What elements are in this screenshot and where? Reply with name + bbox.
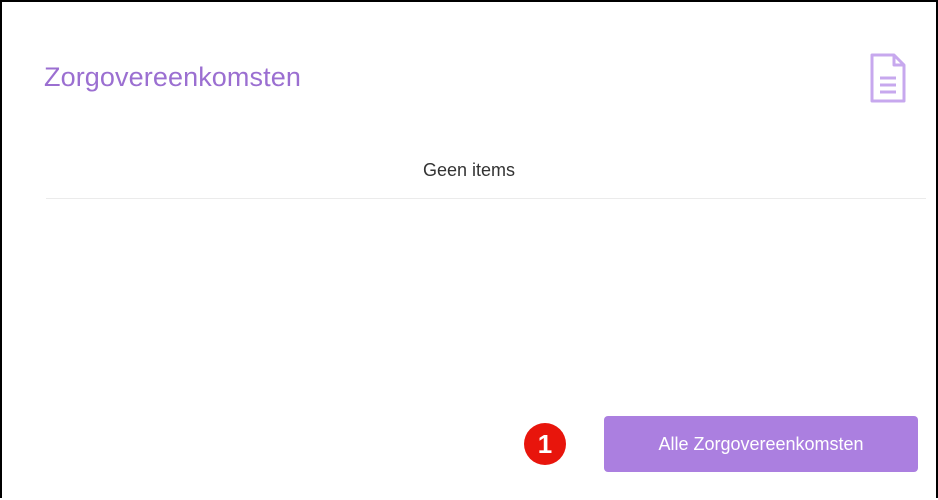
all-zorgovereenkomsten-button[interactable]: Alle Zorgovereenkomsten [604,416,918,472]
document-icon [870,53,906,103]
step-number-badge: 1 [524,423,566,465]
divider [46,198,926,199]
empty-state-message: Geen items [422,160,516,180]
screenshot-frame: Zorgovereenkomsten Geen items 1 Alle Zor… [0,0,938,498]
widget-title: Zorgovereenkomsten [44,62,301,92]
zorgovereenkomsten-widget: Zorgovereenkomsten Geen items 1 Alle Zor… [2,2,936,498]
